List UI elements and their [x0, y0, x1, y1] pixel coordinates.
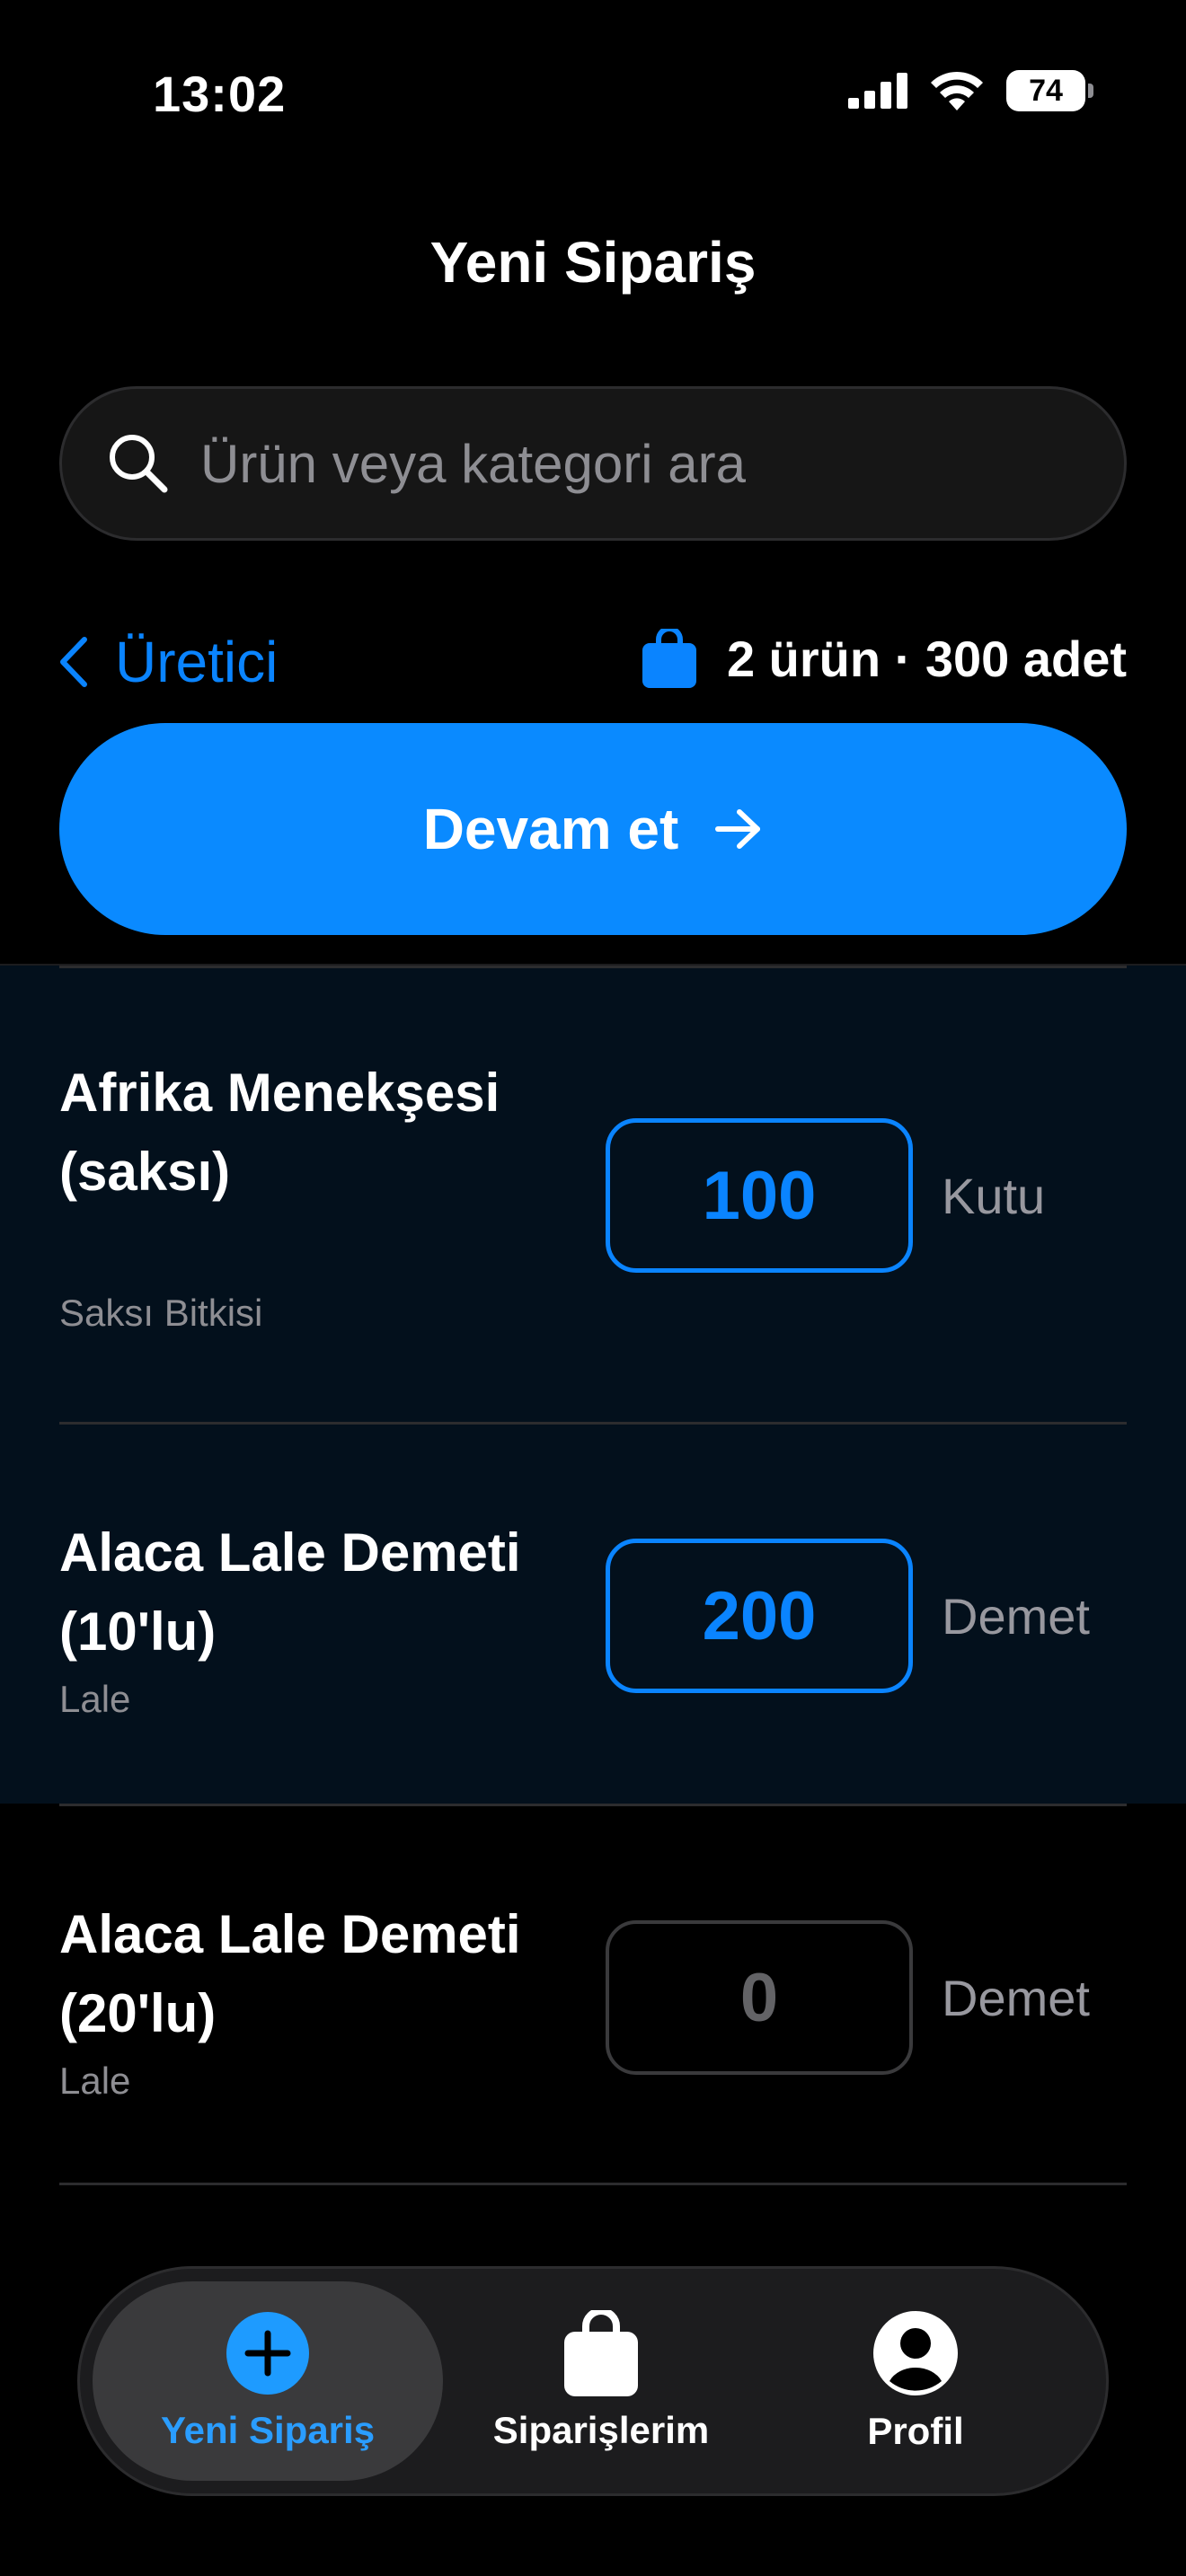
list-item[interactable]: Alaca Lale Demeti (10'lu) Lale 200 Demet [0, 1422, 1186, 1804]
list-item[interactable]: Alaca Lale Demeti (20'lu) Lale 0 Demet [0, 1804, 1186, 2185]
quantity-input[interactable]: 100 [606, 1118, 913, 1273]
unit-label: Demet [942, 1588, 1090, 1645]
product-name: Afrika Menekşesi (saksı) [59, 1063, 500, 1202]
wifi-icon [931, 71, 983, 110]
back-label: Üretici [115, 630, 279, 694]
divider [59, 1422, 1127, 1425]
status-icons: 74 [848, 70, 1093, 111]
tab-profile[interactable]: Profil [763, 2281, 1068, 2481]
product-category: Lale [59, 1678, 131, 1720]
tab-label: Yeni Sipariş [160, 2409, 376, 2451]
cart-summary-text: 2 ürün · 300 adet [726, 630, 1127, 687]
arrow-right-icon [715, 809, 761, 849]
tab-new-order[interactable]: Yeni Sipariş [93, 2281, 443, 2481]
divider [59, 2183, 1127, 2185]
person-circle-icon [873, 2311, 958, 2395]
product-name: Alaca Lale Demeti (10'lu) [59, 1522, 521, 1662]
search-bar[interactable] [59, 386, 1127, 541]
continue-label: Devam et [422, 797, 679, 861]
battery-indicator: 74 [1006, 70, 1093, 111]
tab-bar: Yeni Sipariş Siparişlerim Profil [77, 2266, 1109, 2496]
tab-label: Profil [867, 2410, 964, 2452]
list-item[interactable]: Afrika Menekşesi (saksı) Saksı Bitkisi 1… [0, 966, 1186, 1422]
plus-circle-icon [226, 2312, 309, 2395]
unit-label: Kutu [942, 1168, 1046, 1224]
back-button[interactable]: Üretici [59, 629, 278, 695]
product-name: Alaca Lale Demeti (20'lu) [59, 1904, 521, 2043]
search-icon [110, 435, 168, 493]
battery-level: 74 [1029, 73, 1063, 108]
new-order-screen: 13:02 74 Yeni Sipariş Ürün veya kategori… [0, 0, 1186, 2576]
product-list: Afrika Menekşesi (saksı) Saksı Bitkisi 1… [0, 966, 1186, 2185]
divider [59, 966, 1127, 968]
cart-summary: 2 ürün · 300 adet [642, 629, 1127, 688]
search-input[interactable] [200, 432, 1124, 495]
bag-icon [564, 2310, 638, 2396]
status-time: 13:02 [153, 66, 287, 122]
bag-icon [642, 629, 696, 688]
product-category: Lale [59, 2060, 131, 2102]
unit-label: Demet [942, 1970, 1090, 2026]
divider [59, 1804, 1127, 1806]
chevron-left-icon [60, 637, 87, 687]
tab-label: Siparişlerim [492, 2409, 710, 2451]
tab-my-orders[interactable]: Siparişlerim [448, 2281, 754, 2481]
product-category: Saksı Bitkisi [59, 1292, 263, 1334]
status-bar: 13:02 74 [0, 0, 1186, 180]
quantity-input[interactable]: 0 [606, 1920, 913, 2075]
cellular-signal-icon [848, 73, 907, 109]
quantity-input[interactable]: 200 [606, 1539, 913, 1693]
page-title: Yeni Sipariş [429, 230, 757, 295]
continue-button[interactable]: Devam et [59, 723, 1127, 935]
